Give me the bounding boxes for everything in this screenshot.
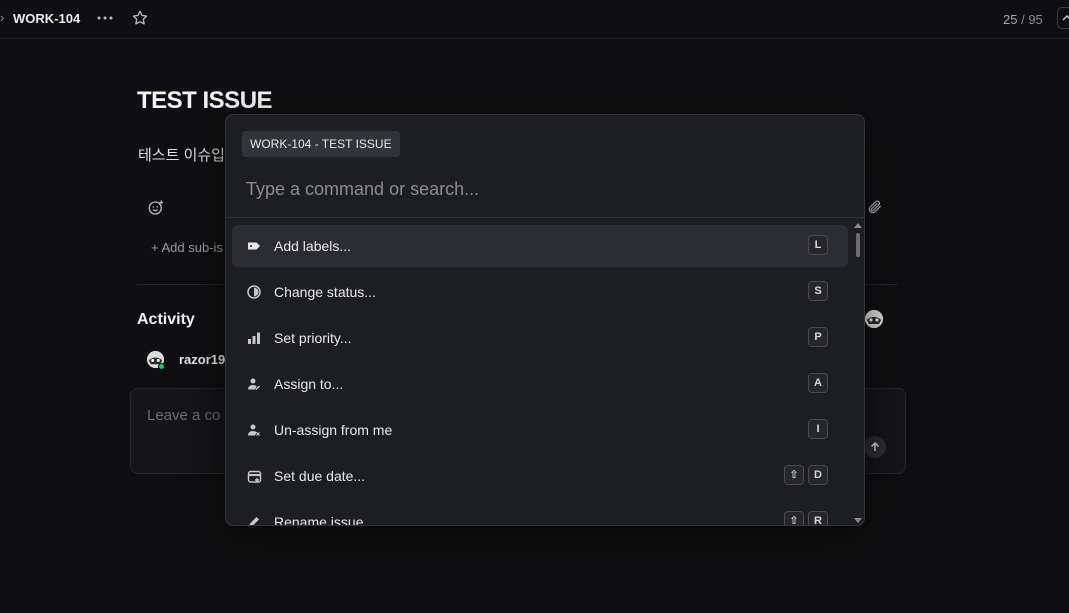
command-palette: WORK-104 - TEST ISSUE Add labels... L Ch…	[225, 114, 865, 526]
command-label: Assign to...	[274, 376, 344, 392]
add-sub-issue-button[interactable]: + Add sub-is	[151, 240, 223, 255]
counter-total: 95	[1028, 12, 1043, 27]
counter-current: 25	[1003, 12, 1018, 27]
add-reaction-button[interactable]	[147, 199, 165, 217]
shortcut-key: R	[808, 511, 828, 525]
more-options-button[interactable]	[95, 8, 115, 28]
command-list-scrollbar[interactable]	[853, 223, 863, 523]
shortcut-key: D	[808, 465, 828, 485]
more-horizontal-icon	[97, 16, 113, 20]
previous-issue-button[interactable]	[1057, 7, 1069, 29]
shortcut-key: S	[808, 281, 828, 301]
submit-comment-button[interactable]	[864, 436, 886, 458]
command-change-status[interactable]: Change status... S	[232, 271, 848, 313]
command-rename-issue[interactable]: Rename issue... ⇧ R	[232, 501, 848, 526]
priority-icon	[246, 330, 262, 346]
assign-icon	[246, 376, 262, 392]
emoji-add-icon	[148, 200, 164, 215]
breadcrumb-issue-key[interactable]: WORK-104	[13, 11, 80, 26]
status-icon	[246, 284, 262, 300]
command-add-labels[interactable]: Add labels... L	[232, 225, 848, 267]
command-label: Change status...	[274, 284, 376, 300]
command-label: Add labels...	[274, 238, 352, 254]
shortcut-key: I	[808, 419, 828, 439]
label-icon	[246, 238, 262, 254]
attach-file-button[interactable]	[867, 199, 883, 215]
top-bar: › WORK-104 25 / 95	[0, 0, 1069, 39]
online-status-indicator	[158, 363, 165, 370]
counter-separator: /	[1017, 12, 1029, 27]
shortcut-key-shift: ⇧	[784, 511, 804, 525]
avatar-image-icon	[865, 310, 883, 328]
paperclip-icon	[868, 200, 881, 214]
command-label: Set priority...	[274, 330, 352, 346]
arrow-up-icon	[870, 441, 880, 451]
star-icon	[132, 10, 148, 25]
command-set-due-date[interactable]: Set due date... ⇧ D	[232, 455, 848, 497]
subscriber-avatar[interactable]	[865, 310, 883, 328]
context-chip: WORK-104 - TEST ISSUE	[242, 131, 400, 157]
command-list: Add labels... L Change status... S Set p…	[226, 218, 864, 526]
shortcut-key-shift: ⇧	[784, 465, 804, 485]
shortcut-key: P	[808, 327, 828, 347]
scroll-thumb[interactable]	[856, 233, 860, 257]
favorite-button[interactable]	[131, 9, 149, 27]
issue-description[interactable]: 테스트 이슈입	[138, 144, 225, 165]
scroll-up-arrow-icon[interactable]	[854, 223, 862, 228]
unassign-icon	[246, 422, 262, 438]
command-search-input[interactable]	[246, 175, 846, 203]
breadcrumb-chevron-icon: ›	[0, 10, 5, 25]
calendar-icon	[246, 468, 262, 484]
command-label: Rename issue...	[274, 514, 376, 526]
comment-placeholder: Leave a co	[147, 407, 221, 424]
issue-counter: 25 / 95	[1003, 12, 1043, 27]
command-set-priority[interactable]: Set priority... P	[232, 317, 848, 359]
command-label: Set due date...	[274, 468, 366, 484]
scroll-down-arrow-icon[interactable]	[854, 518, 862, 523]
activity-heading: Activity	[137, 311, 195, 328]
shortcut-key: L	[808, 235, 828, 255]
command-unassign-from-me[interactable]: Un-assign from me I	[232, 409, 848, 451]
command-assign-to[interactable]: Assign to... A	[232, 363, 848, 405]
command-label: Un-assign from me	[274, 422, 393, 438]
issue-title[interactable]: TEST ISSUE	[137, 87, 273, 115]
shortcut-key: A	[808, 373, 828, 393]
pencil-icon	[246, 514, 262, 525]
chevron-up-icon	[1062, 14, 1069, 21]
